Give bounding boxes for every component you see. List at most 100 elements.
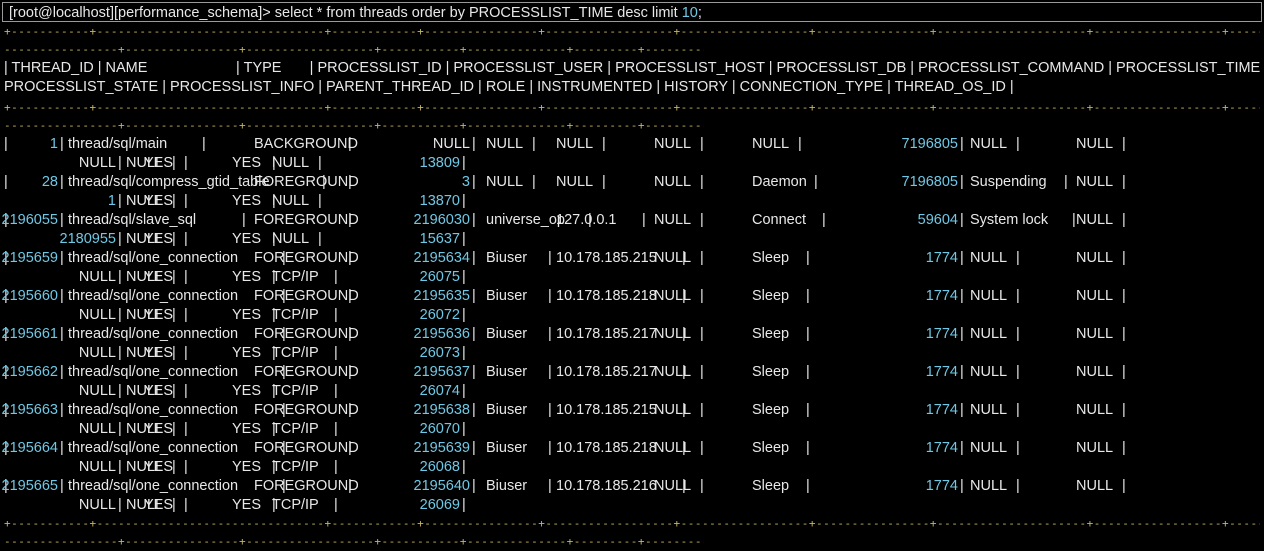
cell-time: 1774	[925, 364, 958, 380]
cell-divider: |	[348, 288, 352, 304]
table-separator: ----------------+----------------+------…	[4, 43, 704, 56]
cell-divider: |	[1122, 250, 1126, 266]
cell-divider: |	[642, 212, 646, 228]
cell-divider: |	[318, 193, 322, 209]
cell-history: YES	[232, 421, 262, 437]
cell-divider: |	[118, 383, 122, 399]
cell-divider: |	[960, 174, 964, 190]
cell-os-id: 15637	[419, 231, 460, 247]
cell-db: NULL	[654, 250, 692, 266]
cell-divider: |	[960, 250, 964, 266]
cell-divider: |	[348, 212, 352, 228]
cell-divider: |	[806, 478, 810, 494]
cell-divider: |	[472, 364, 476, 380]
cell-divider: |	[1122, 440, 1126, 456]
cell-info: NULL	[1076, 478, 1114, 494]
command-line[interactable]: [root@localhost][performance_schema]> se…	[2, 2, 1262, 22]
cell-parent: NULL	[78, 383, 116, 399]
cell-processlist-id: 2195634	[413, 250, 470, 266]
cell-history: YES	[232, 459, 262, 475]
cell-divider: |	[184, 307, 188, 323]
cell-info: NULL	[1076, 174, 1114, 190]
cell-divider: |	[184, 383, 188, 399]
cell-conn-type: TCP/IP	[272, 497, 319, 513]
cell-type: FOREGROUND	[254, 174, 359, 190]
cell-divider: |	[60, 174, 64, 190]
table-separator: +-----------+---------------------------…	[4, 101, 1260, 114]
cell-type: FOREGROUND	[254, 250, 359, 266]
cell-instrumented: YES	[144, 345, 174, 361]
cell-os-id: 26070	[419, 421, 460, 437]
table-separator: ----------------+----------------+------…	[4, 535, 704, 548]
cell-history: YES	[232, 307, 262, 323]
cell-host: 10.178.185.215	[556, 250, 657, 266]
cell-divider: |	[118, 497, 122, 513]
cell-thread-id: 1	[49, 136, 58, 152]
cell-divider: |	[462, 307, 466, 323]
header-row-line1: | THREAD_ID | NAME | TYPE | PROCESSLIST_…	[4, 60, 1264, 76]
terminal-window[interactable]: [root@localhost][performance_schema]> se…	[0, 0, 1264, 550]
cell-divider: |	[348, 402, 352, 418]
cell-divider: |	[242, 212, 246, 228]
cell-divider: |	[118, 155, 122, 171]
cell-user: NULL	[486, 136, 524, 152]
cell-state: System lock	[970, 212, 1049, 228]
cell-instrumented: YES	[144, 193, 174, 209]
cell-divider: |	[960, 326, 964, 342]
cell-name: thread/sql/main	[68, 136, 168, 152]
cell-divider: |	[1016, 440, 1020, 456]
cell-info: NULL	[1076, 364, 1114, 380]
cell-name: thread/sql/one_connection	[68, 402, 239, 418]
cell-divider: |	[60, 364, 64, 380]
cell-divider: |	[472, 288, 476, 304]
cell-time: 1774	[925, 440, 958, 456]
cell-host: 10.178.185.218	[556, 288, 657, 304]
cell-divider: |	[700, 326, 704, 342]
cell-type: BACKGROUND	[254, 136, 358, 152]
cell-host: 10.178.185.218	[556, 440, 657, 456]
cell-thread-id: 2195660	[1, 288, 58, 304]
cell-parent: NULL	[78, 307, 116, 323]
cell-command: Sleep	[752, 250, 790, 266]
cell-processlist-id: 2195635	[413, 288, 470, 304]
cell-type: FOREGROUND	[254, 478, 359, 494]
cell-time: 1774	[925, 250, 958, 266]
cell-divider: |	[462, 269, 466, 285]
cell-divider: |	[462, 421, 466, 437]
cell-thread-id: 2196055	[1, 212, 58, 228]
cell-history: YES	[232, 231, 262, 247]
cell-parent: NULL	[78, 155, 116, 171]
table-separator: ----------------+----------------+------…	[4, 119, 704, 132]
cell-info: NULL	[1076, 326, 1114, 342]
cell-divider: |	[960, 212, 964, 228]
cell-divider: |	[462, 231, 466, 247]
cell-type: FOREGROUND	[254, 364, 359, 380]
cell-divider: |	[798, 136, 802, 152]
cell-divider: |	[472, 250, 476, 266]
cell-history: YES	[232, 497, 262, 513]
cell-divider: |	[60, 212, 64, 228]
cell-info: NULL	[1076, 440, 1114, 456]
cell-type: FOREGROUND	[254, 440, 359, 456]
cell-divider: |	[348, 136, 352, 152]
cell-divider: |	[202, 136, 206, 152]
cell-divider: |	[1122, 288, 1126, 304]
cell-db: NULL	[654, 136, 692, 152]
cell-parent: NULL	[78, 269, 116, 285]
cell-divider: |	[472, 478, 476, 494]
cell-conn-type: TCP/IP	[272, 345, 319, 361]
cell-divider: |	[118, 307, 122, 323]
cell-state: NULL	[970, 250, 1008, 266]
cell-command: Sleep	[752, 326, 790, 342]
cell-user: NULL	[486, 174, 524, 190]
cell-processlist-id: 2195636	[413, 326, 470, 342]
cell-instrumented: YES	[144, 231, 174, 247]
cell-conn-type: NULL	[272, 193, 310, 209]
cell-divider: |	[700, 174, 704, 190]
cell-host: 127.0.0.1	[556, 212, 617, 228]
cell-divider: |	[1122, 402, 1126, 418]
cell-divider: |	[348, 440, 352, 456]
cell-type: FOREGROUND	[254, 402, 359, 418]
cell-divider: |	[60, 136, 64, 152]
cell-divider: |	[960, 402, 964, 418]
